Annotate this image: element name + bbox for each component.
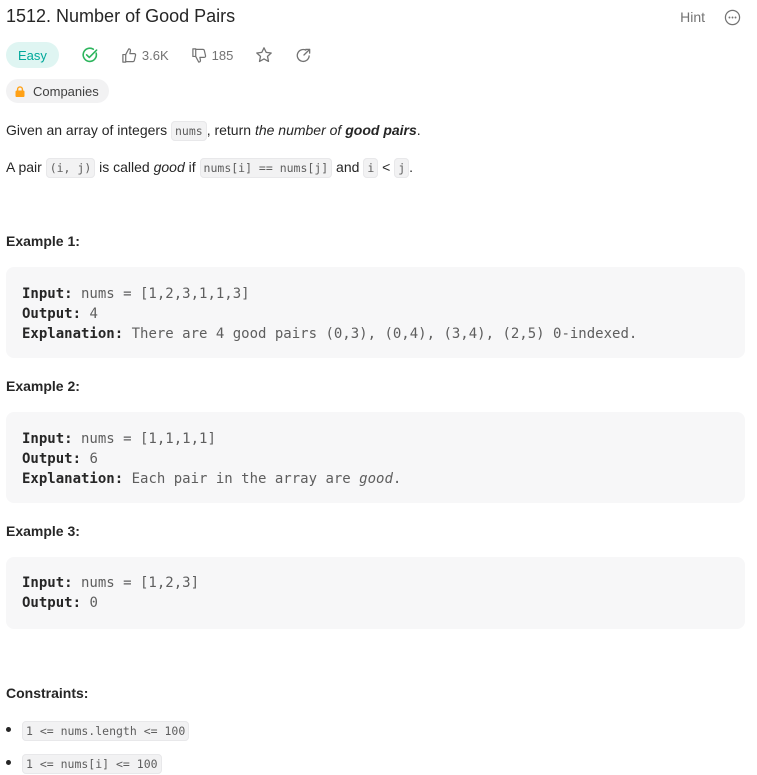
output-value: 6 — [81, 451, 98, 467]
solved-status — [81, 46, 99, 64]
hint-button[interactable]: Hint — [680, 9, 705, 25]
companies-label: Companies — [33, 83, 99, 99]
dislike-button[interactable]: 185 — [191, 47, 234, 64]
solved-check-icon — [82, 47, 98, 63]
dislikes-count: 185 — [211, 47, 234, 63]
companies-button[interactable]: Companies — [6, 79, 109, 103]
example-3-heading: Example 3: — [6, 523, 80, 539]
inline-code: nums — [170, 121, 207, 141]
explanation-value: There are 4 good pairs (0,3), (0,4), (3,… — [123, 326, 638, 342]
favorite-button[interactable] — [255, 46, 273, 64]
text: . — [409, 159, 414, 175]
text: < — [378, 159, 395, 175]
text: and — [332, 159, 364, 175]
bullet — [6, 760, 11, 765]
text: Given an array of integers — [6, 122, 171, 138]
bullet — [6, 727, 11, 732]
output-value: 4 — [81, 306, 98, 322]
example-2-block: Input: nums = [1,1,1,1] Output: 6 Explan… — [6, 412, 745, 503]
thumbs-down-icon — [191, 47, 206, 63]
share-button[interactable] — [295, 47, 312, 64]
input-value: nums = [1,2,3] — [72, 575, 200, 591]
constraint-item: 1 <= nums.length <= 100 — [22, 720, 190, 741]
description-paragraph-1: Given an array of integers nums, return … — [6, 120, 421, 141]
example-2-heading: Example 2: — [6, 378, 80, 394]
constraints-heading: Constraints: — [6, 685, 89, 701]
inline-code: j — [394, 158, 410, 178]
example-3-block: Input: nums = [1,2,3] Output: 0 — [6, 557, 745, 629]
explanation-end: . — [392, 471, 402, 487]
star-icon — [256, 47, 273, 63]
output-value: 0 — [81, 595, 98, 611]
input-label: Input: — [22, 431, 73, 447]
explanation-label: Explanation: — [22, 471, 124, 487]
difficulty-badge: Easy — [6, 42, 59, 68]
text: is called — [95, 159, 154, 175]
emphasis: good — [153, 159, 185, 175]
description-paragraph-2: A pair (i, j) is called good if nums[i] … — [6, 157, 413, 178]
input-value: nums = [1,1,1,1] — [72, 431, 216, 447]
output-label: Output: — [22, 306, 82, 322]
example-1-heading: Example 1: — [6, 233, 80, 249]
output-label: Output: — [22, 595, 82, 611]
explanation-value: Each pair in the array are — [123, 471, 360, 487]
share-icon — [296, 48, 311, 62]
explanation-label: Explanation: — [22, 326, 124, 342]
inline-code: (i, j) — [45, 158, 96, 178]
lock-icon — [15, 85, 25, 97]
constraint-code: 1 <= nums.length <= 100 — [22, 721, 190, 741]
inline-code: i — [363, 158, 379, 178]
text: A pair — [6, 159, 46, 175]
example-1-block: Input: nums = [1,2,3,1,1,3] Output: 4 Ex… — [6, 267, 745, 358]
text: , return — [206, 122, 255, 138]
constraint-item: 1 <= nums[i] <= 100 — [22, 753, 162, 774]
text: . — [416, 122, 421, 138]
like-button[interactable]: 3.6K — [121, 47, 169, 64]
strong-text: good pairs — [345, 122, 417, 138]
input-label: Input: — [22, 575, 73, 591]
inline-code: nums[i] == nums[j] — [199, 158, 333, 178]
problem-title: 1512. Number of Good Pairs — [6, 6, 236, 26]
thumbs-up-icon — [122, 47, 137, 63]
output-label: Output: — [22, 451, 82, 467]
likes-count: 3.6K — [141, 47, 169, 63]
text: if — [184, 159, 200, 175]
input-label: Input: — [22, 286, 73, 302]
constraint-code: 1 <= nums[i] <= 100 — [22, 754, 162, 774]
input-value: nums = [1,2,3,1,1,3] — [72, 286, 250, 302]
emphasis: the number of — [254, 122, 346, 138]
explanation-emphasis: good — [359, 471, 393, 487]
more-options-icon[interactable] — [724, 9, 741, 26]
problem-toolbar: Easy 3.6K 185 — [6, 41, 312, 69]
